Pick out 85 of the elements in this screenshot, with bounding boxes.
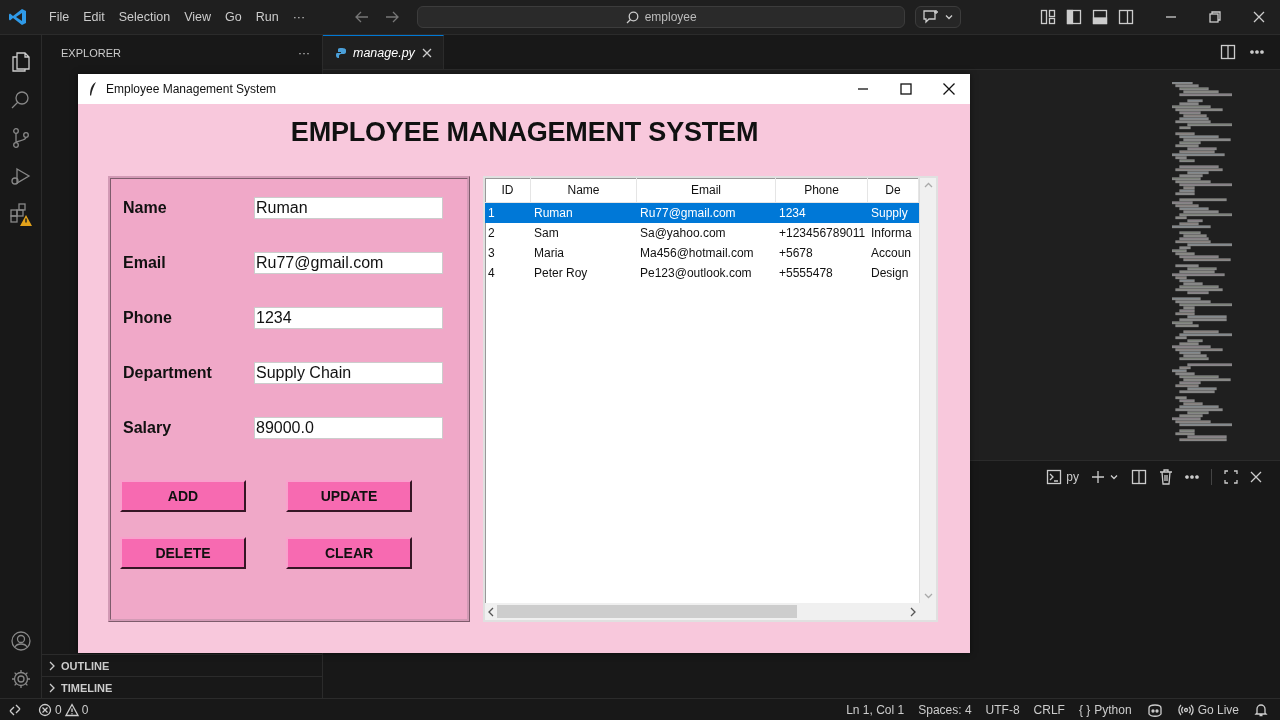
status-item[interactable]: CRLF [1026, 702, 1072, 717]
toggle-sidebar-icon[interactable] [1066, 9, 1082, 25]
app-heading: EMPLOYEE MANAGEMENT SYSTEM [289, 117, 760, 148]
back-arrow-icon[interactable] [354, 9, 371, 25]
input-field[interactable]: 89000.0 [254, 417, 443, 439]
search-icon [625, 10, 639, 24]
menu-item[interactable]: View [177, 7, 218, 27]
trash-icon[interactable] [1159, 469, 1173, 485]
input-field[interactable]: Ru77@gmail.com [254, 252, 443, 274]
field-label: Email [123, 254, 167, 272]
python-file-icon [335, 46, 347, 59]
input-field[interactable]: 1234 [254, 307, 443, 329]
action-button[interactable]: ADD [120, 480, 246, 512]
action-button[interactable]: CLEAR [286, 537, 412, 569]
maximize-panel-icon[interactable] [1224, 470, 1238, 484]
search-field[interactable]: employee [417, 6, 906, 28]
input-field[interactable]: Ruman [254, 197, 443, 219]
scroll-down-icon [923, 593, 933, 599]
field-label: Department [123, 364, 213, 382]
table-row[interactable]: 1 Ruman Ru77@gmail.com 1234 Supply [485, 203, 919, 223]
extensions-warning-icon[interactable] [7, 202, 34, 228]
close-icon[interactable] [420, 46, 433, 59]
forward-arrow-icon[interactable] [384, 9, 401, 25]
menu-item[interactable]: Edit [76, 7, 112, 27]
scroll-right-icon [909, 606, 917, 617]
field-label: Name [123, 199, 168, 217]
chat-button[interactable] [915, 6, 962, 28]
plus-icon [1091, 470, 1105, 484]
vscode-logo-icon [8, 7, 28, 27]
menu-item[interactable]: ··· [285, 7, 313, 27]
split-editor-icon[interactable] [1220, 44, 1236, 60]
feather-icon [88, 81, 98, 97]
toggle-panel-icon[interactable] [1092, 9, 1108, 25]
toggle-secondary-sidebar-icon[interactable] [1118, 9, 1134, 25]
column-header[interactable]: Name [531, 178, 637, 202]
split-terminal-icon[interactable] [1131, 469, 1147, 485]
status-item[interactable]: UTF-8 [978, 702, 1027, 717]
scroll-left-icon [487, 606, 495, 617]
chat-icon [922, 9, 941, 25]
more-actions-button[interactable]: ··· [298, 45, 310, 60]
restore-icon[interactable] [1208, 10, 1222, 24]
input-field[interactable]: Supply Chain [254, 362, 443, 384]
vertical-scrollbar[interactable] [919, 178, 936, 603]
remote-icon[interactable] [8, 702, 22, 717]
more-icon[interactable] [1250, 50, 1264, 54]
table-row[interactable]: 3 Maria Ma456@hotmail.com +5678 Accoun [485, 243, 919, 263]
column-header[interactable]: Email [637, 178, 776, 202]
maximize-icon[interactable] [899, 82, 913, 96]
section-header[interactable]: OUTLINE [42, 654, 322, 676]
menu-item[interactable]: Run [248, 7, 286, 27]
menu-item[interactable]: Go [218, 7, 249, 27]
language-mode[interactable]: { } Python [1071, 702, 1139, 717]
account-icon[interactable] [8, 629, 33, 653]
field-label: Salary [123, 419, 173, 437]
horizontal-scrollbar[interactable] [485, 603, 919, 620]
action-button[interactable]: UPDATE [286, 480, 412, 512]
close-icon[interactable] [942, 82, 956, 96]
customize-layout-icon[interactable] [1040, 9, 1056, 25]
copilot-icon[interactable] [1145, 701, 1164, 718]
go-live-button[interactable]: Go Live [1170, 702, 1246, 717]
menu-item[interactable]: Selection [111, 7, 178, 27]
caret-icon [1109, 472, 1119, 482]
problems-status[interactable]: 0 0 [38, 702, 89, 717]
panel-title: EXPLORER [61, 46, 121, 59]
new-terminal-button[interactable] [1091, 470, 1119, 484]
menu-item[interactable]: File [42, 7, 77, 27]
editor-tab[interactable]: manage.py [323, 35, 444, 69]
action-button[interactable]: DELETE [120, 537, 246, 569]
caret-icon [944, 12, 955, 22]
table-row[interactable]: 2 Sam Sa@yahoo.com +123456789011 Informa [485, 223, 919, 243]
column-header[interactable]: ID [485, 178, 531, 202]
column-header[interactable]: Phone [776, 178, 868, 202]
field-label: Phone [123, 309, 173, 327]
terminal-icon [1046, 469, 1063, 485]
warning-icon [64, 702, 79, 717]
window-title: Employee Management System [106, 82, 277, 96]
error-icon [38, 702, 52, 717]
bell-icon[interactable] [1254, 702, 1268, 717]
more-icon[interactable] [1185, 475, 1199, 479]
broadcast-icon [1177, 703, 1194, 716]
terminal-tab[interactable]: py [1046, 469, 1079, 485]
status-item[interactable]: Ln 1, Col 1 [839, 702, 912, 717]
status-item[interactable]: Spaces: 4 [911, 702, 979, 717]
table-row[interactable]: 4 Peter Roy Pe123@outlook.com +5555478 Design [485, 263, 919, 283]
scroll-up-icon [923, 182, 933, 188]
